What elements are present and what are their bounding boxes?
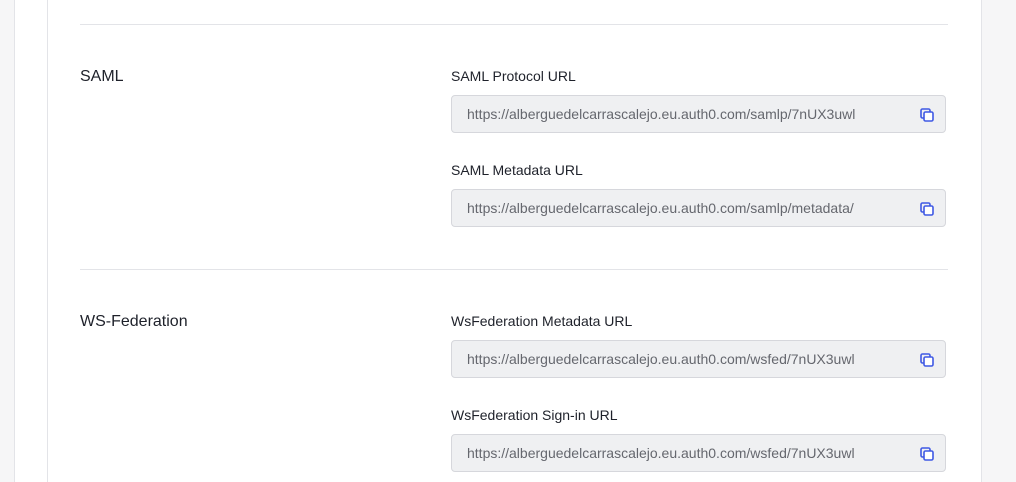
wsfed-metadata-url-field[interactable]: https://alberguedelcarrascalejo.eu.auth0… (451, 340, 946, 378)
divider (80, 269, 948, 270)
saml-protocol-url-label: SAML Protocol URL (451, 68, 576, 84)
saml-metadata-url-label: SAML Metadata URL (451, 162, 583, 178)
saml-protocol-url-field[interactable]: https://alberguedelcarrascalejo.eu.auth0… (451, 95, 946, 133)
section-title-ws-federation: WS-Federation (80, 313, 188, 330)
wsfed-signin-url-label: WsFederation Sign-in URL (451, 407, 618, 423)
copy-icon[interactable] (918, 106, 936, 124)
saml-protocol-url-value[interactable]: https://alberguedelcarrascalejo.eu.auth0… (467, 106, 892, 122)
section-title-saml: SAML (80, 68, 124, 85)
wsfed-metadata-url-label: WsFederation Metadata URL (451, 313, 633, 329)
wsfed-signin-url-field[interactable]: https://alberguedelcarrascalejo.eu.auth0… (451, 434, 946, 472)
wsfed-metadata-url-value[interactable]: https://alberguedelcarrascalejo.eu.auth0… (467, 351, 892, 367)
copy-icon[interactable] (918, 351, 936, 369)
saml-metadata-url-value[interactable]: https://alberguedelcarrascalejo.eu.auth0… (467, 200, 892, 216)
copy-icon[interactable] (918, 200, 936, 218)
copy-icon[interactable] (918, 445, 936, 463)
wsfed-signin-url-value[interactable]: https://alberguedelcarrascalejo.eu.auth0… (467, 445, 892, 461)
divider (80, 24, 948, 25)
saml-metadata-url-field[interactable]: https://alberguedelcarrascalejo.eu.auth0… (451, 189, 946, 227)
